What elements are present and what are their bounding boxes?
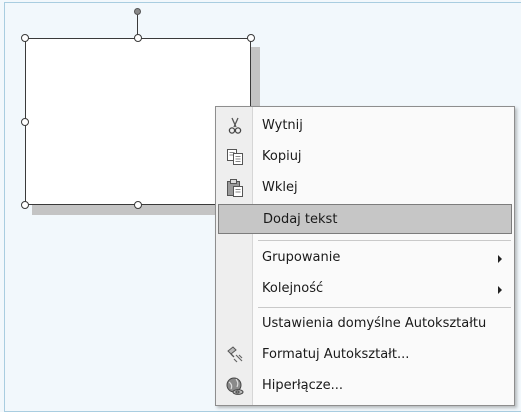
- submenu-arrow-icon: [498, 255, 502, 263]
- menu-item-copy[interactable]: Kopiuj: [218, 142, 512, 172]
- menu-item-add-text[interactable]: Dodaj tekst: [218, 204, 512, 234]
- resize-handle-top-right[interactable]: [247, 34, 255, 42]
- menu-item-hyperlink[interactable]: Hiperłącze...: [218, 371, 512, 401]
- resize-handle-left[interactable]: [21, 118, 29, 126]
- resize-handle-bottom-left[interactable]: [21, 201, 29, 209]
- menu-item-order[interactable]: Kolejność: [218, 274, 512, 304]
- menu-item-label: Grupowanie: [262, 250, 341, 265]
- scissors-icon: [225, 116, 245, 136]
- menu-item-label: Kolejność: [262, 281, 324, 296]
- menu-separator: [258, 307, 511, 308]
- submenu-arrow-icon: [498, 286, 502, 294]
- resize-handle-top-left[interactable]: [21, 34, 29, 42]
- menu-item-label: Hiperłącze...: [262, 378, 344, 393]
- copy-icon: [225, 147, 245, 167]
- resize-handle-top[interactable]: [134, 34, 142, 42]
- menu-item-label: Formatuj Autokształt...: [262, 347, 410, 362]
- menu-separator: [258, 240, 511, 241]
- paste-icon: [225, 178, 245, 198]
- format-autoshape-icon: [225, 345, 245, 365]
- menu-item-grouping[interactable]: Grupowanie: [218, 243, 512, 273]
- menu-item-label: Dodaj tekst: [263, 212, 338, 227]
- menu-item-autoshape-defaults[interactable]: Ustawienia domyślne Autokształtu: [218, 309, 512, 339]
- hyperlink-globe-icon: [225, 376, 245, 396]
- context-menu: Wytnij Kopiuj Wklej Dodaj tekst Grupowan…: [215, 106, 515, 406]
- menu-item-label: Wklej: [262, 180, 298, 195]
- rotation-handle[interactable]: [134, 8, 141, 15]
- menu-item-paste[interactable]: Wklej: [218, 173, 512, 203]
- menu-item-label: Ustawienia domyślne Autokształtu: [262, 316, 487, 331]
- menu-item-label: Kopiuj: [262, 149, 302, 164]
- resize-handle-bottom[interactable]: [134, 201, 142, 209]
- menu-item-format-autoshape[interactable]: Formatuj Autokształt...: [218, 340, 512, 370]
- menu-item-label: Wytnij: [262, 118, 303, 133]
- menu-item-cut[interactable]: Wytnij: [218, 111, 512, 141]
